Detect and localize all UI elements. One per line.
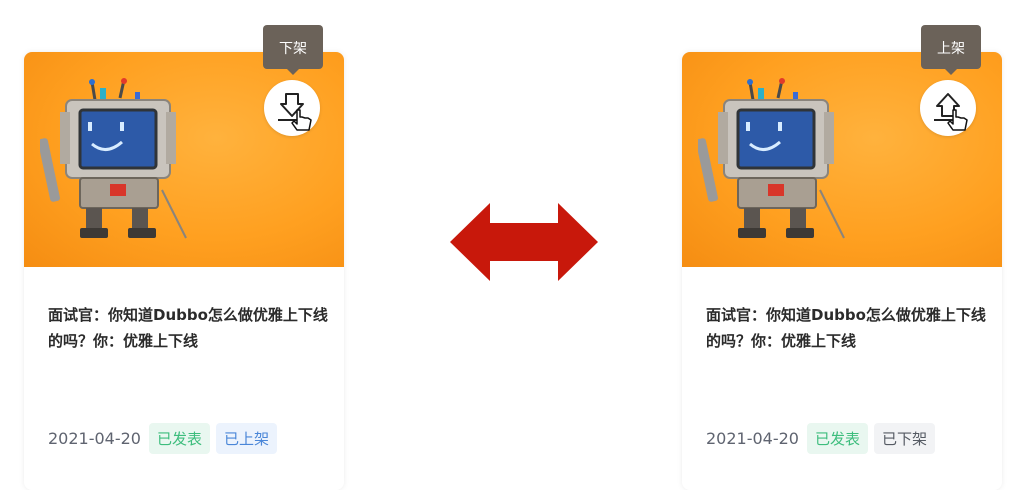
article-meta: 2021-04-20 已发表 已上架: [48, 422, 278, 454]
article-meta: 2021-04-20 已发表 已下架: [706, 422, 936, 454]
double-arrow-icon: [450, 203, 598, 281]
article-date: 2021-04-20: [48, 428, 141, 448]
comparison-stage: 面试官：你知道Dubbo怎么做优雅上下线的吗？你：优雅上下线 2021-04-2…: [0, 0, 1025, 490]
article-title[interactable]: 面试官：你知道Dubbo怎么做优雅上下线的吗？你：优雅上下线: [706, 302, 986, 354]
tooltip-arrow: [945, 69, 957, 75]
tooltip-arrow: [287, 69, 299, 75]
publish-tooltip: 上架: [921, 25, 981, 75]
robot-illustration: [40, 78, 187, 239]
publish-up-icon: [934, 93, 968, 131]
unpublish-tooltip: 下架: [263, 25, 323, 75]
status-badge-listed: 已上架: [216, 422, 278, 454]
article-date: 2021-04-20: [706, 428, 799, 448]
article-title[interactable]: 面试官：你知道Dubbo怎么做优雅上下线的吗？你：优雅上下线: [48, 302, 328, 354]
publish-button[interactable]: [920, 80, 976, 136]
status-badge-published: 已发表: [148, 422, 210, 454]
robot-illustration: [698, 78, 845, 239]
status-badge-published: 已发表: [806, 422, 868, 454]
unpublish-button[interactable]: [264, 80, 320, 136]
tooltip-label: 上架: [937, 41, 965, 57]
status-badge-unlisted: 已下架: [874, 422, 936, 454]
unpublish-down-icon: [278, 93, 312, 131]
tooltip-label: 下架: [279, 41, 307, 57]
